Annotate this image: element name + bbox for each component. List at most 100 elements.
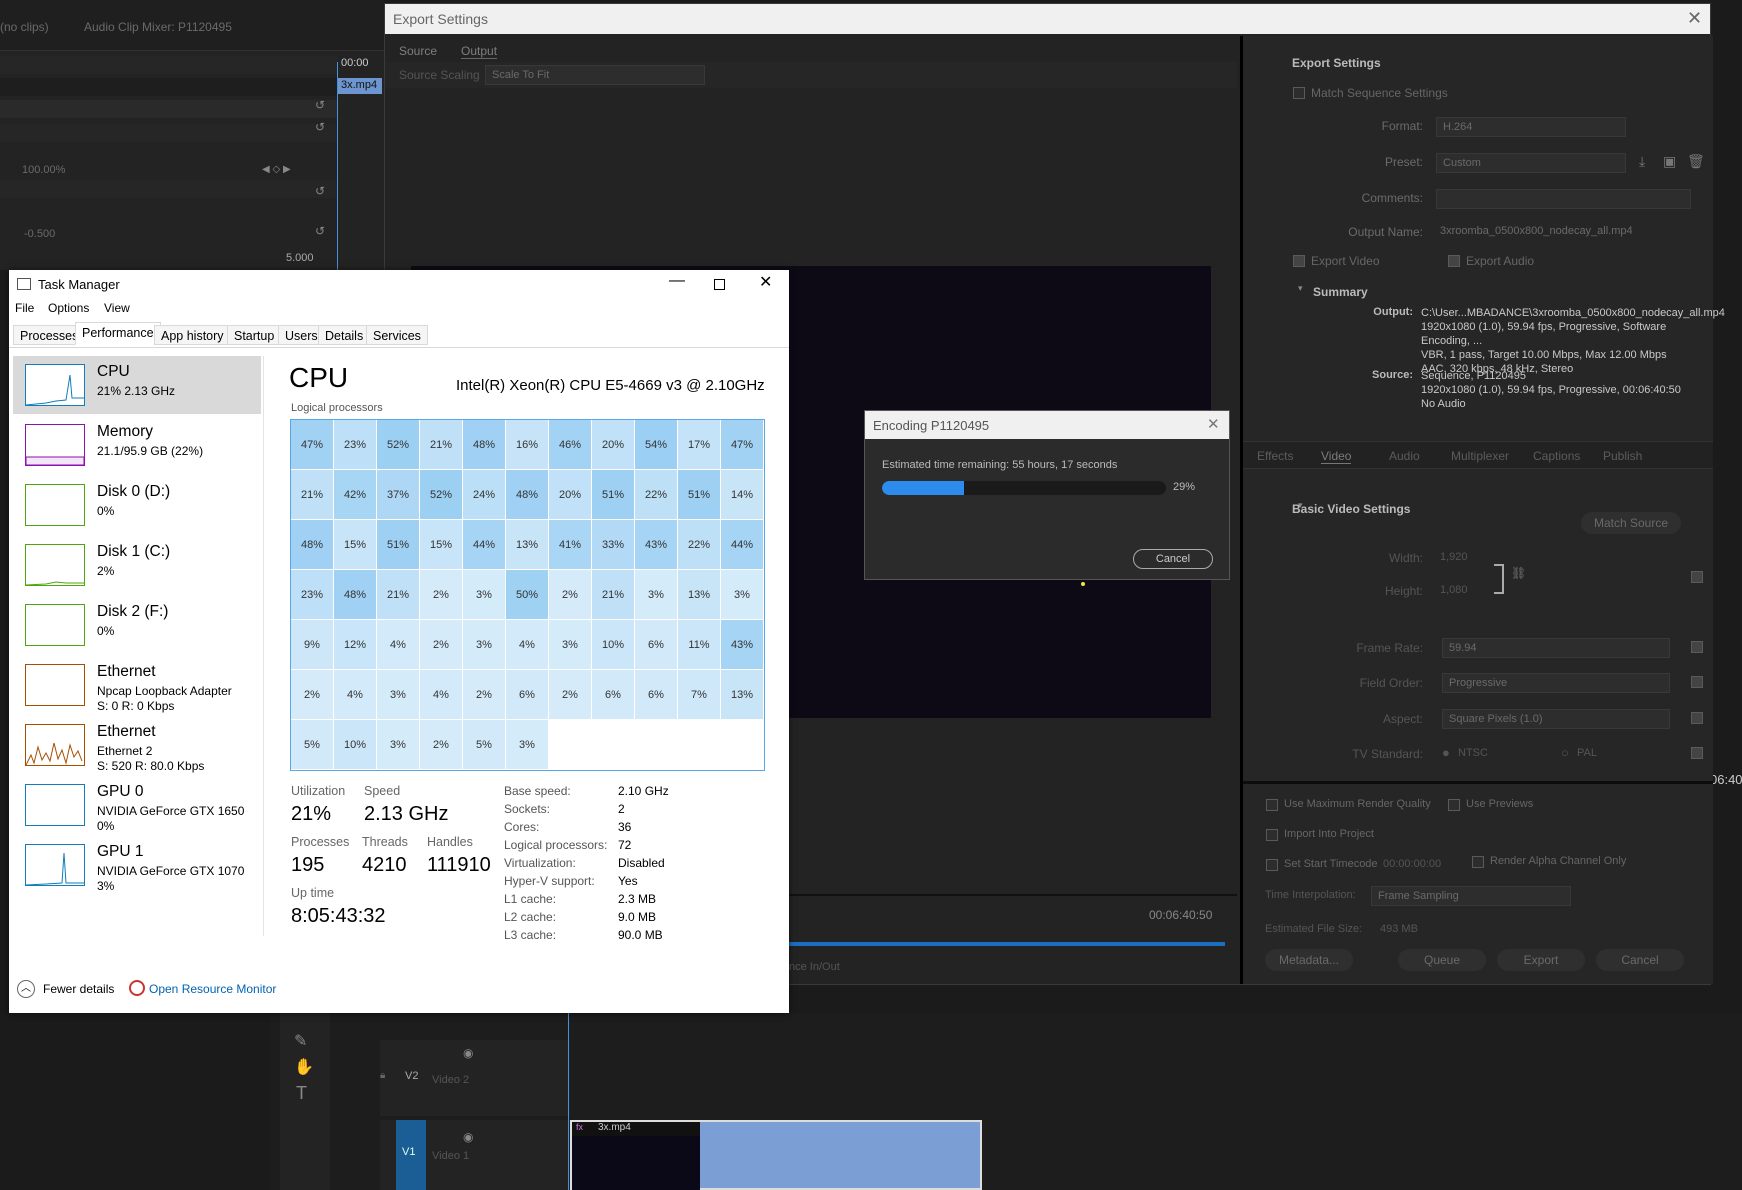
logical-processor-cell: 17% (678, 420, 721, 470)
cancel-export-button[interactable]: Cancel (1596, 949, 1684, 971)
sidebar-item-title: GPU 0 (97, 783, 144, 800)
track-v2-label[interactable]: V2 (405, 1070, 418, 1082)
sidebar-item-disk-2[interactable]: Disk 2 (F:) 0% (13, 596, 261, 654)
logical-processor-cell: 13% (678, 570, 721, 620)
clip-chip[interactable]: 3x.mp4 (338, 78, 382, 94)
metadata-button[interactable]: Metadata... (1265, 949, 1353, 971)
match-sequence-checkbox[interactable] (1293, 87, 1305, 99)
link-bracket (1494, 564, 1504, 594)
queue-button[interactable]: Queue (1398, 949, 1486, 971)
field-order-checkbox[interactable] (1691, 676, 1703, 688)
format-select[interactable]: H.264 (1436, 117, 1626, 137)
ntsc-radio-icon[interactable]: ● (1442, 745, 1450, 760)
tab-effects[interactable]: Effects (1257, 449, 1293, 463)
comments-input[interactable] (1436, 189, 1691, 209)
frame-rate-checkbox[interactable] (1691, 641, 1703, 653)
pal-radio-icon[interactable]: ○ (1561, 745, 1569, 760)
sidebar-item-ethernet-npcap[interactable]: Ethernet Npcap Loopback Adapter S: 0 R: 0 … (13, 656, 261, 714)
tab-app-history[interactable]: App history (154, 325, 231, 345)
use-previews-checkbox[interactable] (1448, 799, 1460, 811)
match-source-button[interactable]: Match Source (1581, 512, 1681, 534)
tab-startup[interactable]: Startup (227, 325, 282, 345)
source-scaling-label: Source Scaling (399, 68, 480, 82)
time-interp-select[interactable]: Frame Sampling (1371, 886, 1571, 906)
sidebar-item-gpu-0[interactable]: GPU 0 NVIDIA GeForce GTX 1650 0% (13, 776, 261, 834)
export-video-checkbox[interactable] (1293, 255, 1305, 267)
close-icon[interactable]: ✕ (1207, 415, 1220, 433)
tab-captions[interactable]: Captions (1533, 449, 1580, 463)
import-project-checkbox[interactable] (1266, 829, 1278, 841)
menu-view[interactable]: View (104, 301, 130, 315)
logical-processor-cell: 3% (377, 670, 420, 720)
maximize-icon[interactable] (714, 279, 725, 290)
tv-standard-checkbox[interactable] (1691, 747, 1703, 759)
pen-icon[interactable]: ✎ (294, 1031, 307, 1051)
field-order-select[interactable]: Progressive (1442, 673, 1670, 693)
delete-preset-icon[interactable]: 🗑︎ (1687, 153, 1705, 170)
hand-icon[interactable]: ✋ (294, 1057, 314, 1077)
sidebar-item-memory[interactable]: Memory 21.1/95.9 GB (22%) (13, 416, 261, 474)
summary-chevron-icon[interactable]: ▾ (1298, 283, 1303, 294)
menu-options[interactable]: Options (48, 301, 89, 315)
reset-icon[interactable]: ↺ (315, 98, 325, 112)
export-button[interactable]: Export (1497, 949, 1585, 971)
source-scaling-select[interactable]: Scale To Fit (485, 65, 705, 85)
keyframe-nav-icon[interactable]: ◀ ◇ ▶ (262, 164, 291, 175)
tab-performance[interactable]: Performance (75, 322, 161, 345)
tab-publish[interactable]: Publish (1603, 449, 1642, 463)
spec-value: 72 (618, 838, 632, 852)
tab-audio[interactable]: Audio (1389, 449, 1420, 463)
logical-processor-cell: 11% (678, 620, 721, 670)
logical-processor-cell: 3% (506, 720, 549, 770)
export-audio-checkbox[interactable] (1448, 255, 1460, 267)
save-preset-icon[interactable]: ⤓ (1639, 153, 1645, 170)
width-value[interactable]: 1,920 (1440, 551, 1468, 563)
tab-source[interactable]: Source (399, 44, 437, 58)
close-icon[interactable]: ✕ (1687, 8, 1702, 29)
width-height-checkbox[interactable] (1691, 571, 1703, 583)
preset-select[interactable]: Custom (1436, 153, 1626, 173)
aspect-checkbox[interactable] (1691, 712, 1703, 724)
tab-services[interactable]: Services (366, 325, 428, 345)
render-alpha-checkbox[interactable] (1472, 856, 1484, 868)
aspect-select[interactable]: Square Pixels (1.0) (1442, 709, 1670, 729)
encoding-cancel-button[interactable]: Cancel (1133, 549, 1213, 569)
link-chain-icon[interactable]: ⛓︎ (1511, 566, 1526, 580)
lock-icon[interactable]: 🔒︎ (380, 1070, 385, 1081)
close-icon[interactable]: ✕ (759, 272, 772, 292)
sidebar-item-disk-1[interactable]: Disk 1 (C:) 2% (13, 536, 261, 594)
sidebar-item-gpu-1[interactable]: GPU 1 NVIDIA GeForce GTX 1070 3% (13, 836, 261, 894)
output-name-link[interactable]: 3xroomba_0500x800_nodecay_all.mp4 (1440, 225, 1633, 237)
tab-multiplexer[interactable]: Multiplexer (1451, 449, 1509, 463)
logical-processor-cell: 2% (549, 570, 592, 620)
type-icon[interactable]: T (296, 1083, 307, 1104)
eye-icon[interactable]: ◉ (463, 1130, 473, 1144)
reset-icon[interactable]: ↺ (315, 184, 325, 198)
chevron-up-icon: ︿ (17, 980, 35, 998)
summary-source-lines: Sequence, P1120495 1920x1080 (1.0), 59.9… (1421, 369, 1711, 411)
frame-rate-select[interactable]: 59.94 (1442, 638, 1670, 658)
reset-icon[interactable]: ↺ (315, 120, 325, 134)
menu-file[interactable]: File (15, 301, 34, 315)
eye-icon[interactable]: ◉ (463, 1046, 473, 1060)
max-render-checkbox[interactable] (1266, 799, 1278, 811)
minimize-icon[interactable]: — (669, 272, 685, 290)
height-value[interactable]: 1,080 (1440, 584, 1468, 596)
start-timecode-value[interactable]: 00:00:00:00 (1383, 858, 1441, 870)
import-preset-icon[interactable]: ▣ (1663, 153, 1676, 170)
sidebar-item-cpu[interactable]: CPU 21% 2.13 GHz (13, 356, 261, 414)
tab-output[interactable]: Output (461, 44, 498, 59)
track-v1-target[interactable]: V1 (396, 1120, 426, 1190)
timeline-clip[interactable]: fx 3x.mp4 (570, 1120, 982, 1190)
sidebar-item-disk-0[interactable]: Disk 0 (D:) 0% (13, 476, 261, 534)
tab-details[interactable]: Details (318, 325, 371, 345)
reset-icon[interactable]: ↺ (315, 224, 325, 238)
sidebar-item-ethernet-2[interactable]: Ethernet Ethernet 2 S: 520 R: 80.0 Kbps (13, 716, 261, 774)
tab-video[interactable]: Video (1321, 449, 1352, 464)
source-scaling-value: Scale To Fit (492, 69, 550, 81)
summary-source-line: No Audio (1421, 398, 1466, 410)
logical-processor-cell: 23% (291, 570, 334, 620)
start-timecode-checkbox[interactable] (1266, 859, 1278, 871)
audio-clip-mixer-tab[interactable]: Audio Clip Mixer: P1120495 (84, 20, 232, 34)
settings-divider (1243, 781, 1713, 784)
